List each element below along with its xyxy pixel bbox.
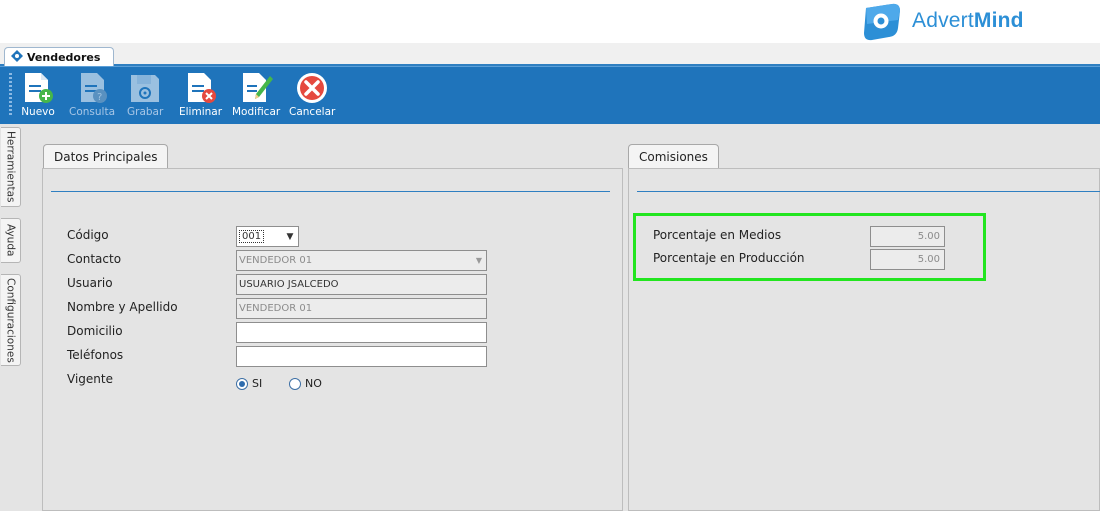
comisiones-divider bbox=[637, 191, 1100, 192]
vigente-label: Vigente bbox=[67, 372, 113, 386]
tab-comisiones[interactable]: Comisiones bbox=[628, 144, 719, 169]
delete-document-icon bbox=[184, 71, 218, 105]
save-disk-icon bbox=[128, 71, 162, 105]
codigo-value: 001 bbox=[239, 230, 265, 243]
save-button-label: Grabar bbox=[127, 106, 164, 118]
side-tab-ayuda[interactable]: Ayuda bbox=[1, 218, 21, 263]
document-tab-bar: Vendedores bbox=[0, 43, 1100, 66]
cancel-button-label: Cancelar bbox=[289, 106, 336, 118]
cancel-button[interactable]: Cancelar bbox=[289, 71, 335, 121]
delete-button[interactable]: Eliminar bbox=[179, 71, 222, 121]
vigente-radio-no[interactable]: NO bbox=[289, 377, 322, 390]
tab-diamond-icon bbox=[11, 49, 23, 65]
content-area: Herramientas Ayuda Configuraciones Datos… bbox=[0, 124, 1100, 511]
chevron-down-icon: ▼ bbox=[475, 256, 483, 265]
chevron-down-icon: ▼ bbox=[286, 231, 294, 242]
svg-text:?: ? bbox=[97, 92, 102, 103]
nombre-label: Nombre y Apellido bbox=[67, 300, 178, 314]
comisiones-highlight-box bbox=[633, 213, 986, 281]
side-tab-configuraciones[interactable]: Configuraciones bbox=[1, 274, 21, 366]
query-button-label: Consulta bbox=[69, 106, 116, 118]
tab-datos-principales[interactable]: Datos Principales bbox=[43, 144, 169, 169]
edit-button[interactable]: Modificar bbox=[232, 71, 280, 121]
usuario-label: Usuario bbox=[67, 276, 113, 290]
domicilio-label: Domicilio bbox=[67, 324, 123, 338]
advertmind-logo-icon bbox=[858, 0, 904, 42]
codigo-label: Código bbox=[67, 228, 109, 242]
datos-principales-divider bbox=[51, 191, 610, 192]
delete-button-label: Eliminar bbox=[179, 106, 223, 118]
edit-document-icon bbox=[239, 71, 274, 105]
side-tab-herramientas[interactable]: Herramientas bbox=[1, 127, 21, 207]
save-button[interactable]: Grabar bbox=[127, 71, 163, 121]
new-button[interactable]: Nuevo bbox=[21, 71, 55, 121]
new-document-icon bbox=[21, 71, 55, 105]
vigente-radio-si[interactable]: SI bbox=[236, 377, 262, 390]
nombre-field[interactable]: VENDEDOR 01 bbox=[236, 298, 487, 319]
radio-selected-icon bbox=[236, 377, 248, 390]
advertmind-brand-text: AdvertMind bbox=[912, 9, 1024, 32]
tab-vendedores[interactable]: Vendedores bbox=[4, 47, 114, 66]
radio-unselected-icon bbox=[289, 377, 301, 390]
new-button-label: Nuevo bbox=[21, 106, 55, 118]
telefonos-field[interactable] bbox=[236, 346, 487, 367]
toolbar-grip[interactable] bbox=[9, 73, 12, 117]
query-button[interactable]: ? Consulta bbox=[69, 71, 115, 121]
domicilio-field[interactable] bbox=[236, 322, 487, 343]
advertmind-logo: AdvertMind bbox=[858, 0, 1024, 42]
contacto-label: Contacto bbox=[67, 252, 122, 266]
query-document-icon: ? bbox=[75, 71, 109, 105]
tab-vendedores-label: Vendedores bbox=[27, 50, 101, 64]
cancel-icon bbox=[295, 71, 329, 105]
edit-button-label: Modificar bbox=[232, 106, 281, 118]
telefonos-label: Teléfonos bbox=[67, 348, 124, 362]
contacto-value: VENDEDOR 01 bbox=[239, 255, 313, 266]
codigo-select[interactable]: 001 ▼ bbox=[236, 226, 299, 247]
main-toolbar: Nuevo ? Consulta Grabar Eliminar Modific… bbox=[0, 66, 1100, 124]
contacto-select[interactable]: VENDEDOR 01 ▼ bbox=[236, 250, 487, 271]
usuario-field[interactable]: USUARIO JSALCEDO bbox=[236, 274, 487, 295]
